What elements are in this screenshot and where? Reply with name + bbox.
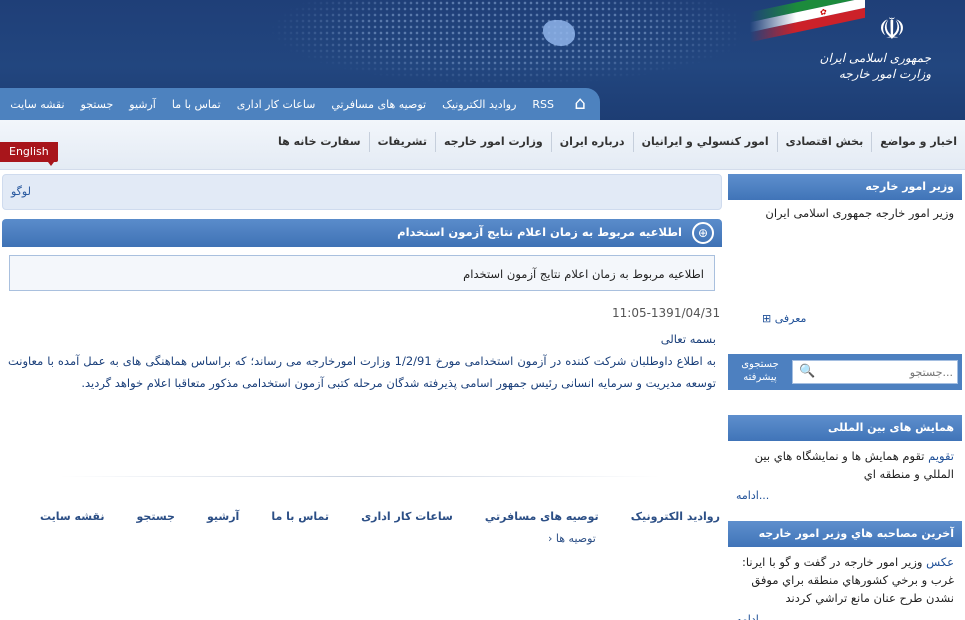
sidebar-minister-title: وزیر امور خارجه (728, 174, 962, 200)
article-title: اطلاعیه مربوط به زمان اعلام نتایج آزمون … (397, 225, 682, 239)
article-summary-box: اطلاعیه مربوط به زمان اعلام نتایج آزمون … (9, 255, 715, 291)
topnav-item-evisa[interactable]: روادید الکترونیک (434, 98, 524, 111)
mainnav-item-economic[interactable]: بخش اقتصادی (776, 132, 872, 152)
mainnav-item-about-iran[interactable]: درباره ایران (550, 132, 633, 152)
sidebar-conferences-title: همایش های بین المللی (728, 415, 962, 441)
article-text: به اطلاع داوطلبان شرکت کننده در آزمون اس… (8, 354, 717, 390)
mainnav-item-embassies[interactable]: سفارت خانه ها (270, 132, 369, 152)
sidebar-interviews-link[interactable]: عكس (926, 555, 954, 569)
search-box: جستجوی پیشرفته 🔍 (728, 354, 962, 390)
search-field: 🔍 (792, 360, 958, 384)
sidebar-interviews-text: وزير امور خارجه در گفت و گو با ايرنا: غر… (742, 555, 954, 605)
home-icon[interactable]: ⌂ (568, 92, 592, 116)
top-nav: ⌂ RSS روادید الکترونیک توصیه های مسافرتي… (0, 88, 600, 120)
topnav-item-archive[interactable]: آرشیو (121, 98, 164, 111)
emblem-icon[interactable]: ☫ (872, 10, 912, 50)
sidebar-interviews: آخرین مصاحبه هاي وزير امور خارجه عكس وزي… (728, 521, 962, 620)
sidebar-interviews-more[interactable]: ادامه... (728, 611, 962, 620)
mainnav-item-consular[interactable]: امور کنسولي و ايرانيان (632, 132, 777, 152)
plus-icon: ⊞ (762, 312, 772, 325)
article-greeting: بسمه تعالی (660, 332, 716, 346)
footer-item-sitemap[interactable]: نقشه سایت (40, 510, 104, 523)
topnav-item-sitemap[interactable]: نقشه سایت (2, 98, 72, 111)
english-language-button[interactable]: English (0, 142, 58, 166)
topnav-item-search[interactable]: جستجو (73, 98, 122, 111)
logo-line-1: جمهوری اسلامی ایران (819, 51, 931, 65)
world-map-graphic (270, 0, 740, 90)
sidebar-interviews-content: عكس وزير امور خارجه در گفت و گو با ايرنا… (728, 547, 962, 611)
sidebar-minister-more-label: معرفی (774, 312, 807, 325)
topnav-item-contact[interactable]: تماس با ما (164, 98, 229, 111)
search-input[interactable] (818, 361, 953, 383)
sidebar-minister-text: وزیر امور خارجه جمهوری اسلامی ایران (765, 206, 954, 220)
article-body: بسمه تعالی به اطلاع داوطلبان شرکت کننده … (8, 328, 716, 394)
article-date: 11:05-1391/04/31 (612, 306, 721, 320)
footer-item-contact[interactable]: تماس با ما (271, 510, 329, 523)
sidebar-conferences: همایش های بین المللی تقویم تقوم همايش ها… (728, 415, 962, 504)
mainnav-item-ministry[interactable]: وزارت امور خارجه (434, 132, 551, 152)
footer-item-travel-advice[interactable]: توصیه های مسافرتي (485, 510, 599, 523)
sidebar-conferences-more[interactable]: ادامه... (728, 487, 962, 504)
topnav-item-office-hours[interactable]: ساعات کار اداری (229, 98, 324, 111)
topnav-item-travel-advice[interactable]: توصیه های مسافرتي (323, 98, 434, 111)
search-icon[interactable]: 🔍 (799, 364, 815, 379)
footer-item-evisa[interactable]: روادید الکترونیک (631, 510, 720, 523)
article-title-bar: اطلاعیه مربوط به زمان اعلام نتایج آزمون … (2, 219, 722, 247)
sidebar-interviews-title: آخرین مصاحبه هاي وزير امور خارجه (728, 521, 962, 547)
site-header: ✿ ☫ جمهوری اسلامی ایران وزارت امور خارجه… (0, 0, 965, 120)
mainnav-item-news[interactable]: اخبار و مواضع (871, 132, 965, 152)
sidebar-minister: وزیر امور خارجه وزیر امور خارجه جمهوری ا… (728, 174, 962, 327)
footer-item-office-hours[interactable]: ساعات کار اداری (361, 510, 453, 523)
sidebar-conferences-content: تقویم تقوم همايش ها و نمايشگاه هاي بين ا… (728, 441, 962, 487)
sidebar-minister-more[interactable]: ⊞ معرفی (728, 310, 962, 327)
topnav-item-rss[interactable]: RSS (524, 98, 562, 111)
advanced-search-link[interactable]: جستجوی پیشرفته (732, 358, 788, 384)
divider (60, 476, 660, 477)
article-summary: اطلاعیه مربوط به زمان اعلام نتایج آزمون … (463, 267, 704, 281)
main-nav: اخبار و مواضع بخش اقتصادی امور کنسولي و … (0, 120, 965, 170)
footer-item-search[interactable]: جستجو (137, 510, 175, 523)
mainnav-item-protocol[interactable]: تشریفات (368, 132, 435, 152)
logo-placeholder[interactable]: لوگو (11, 185, 31, 198)
breadcrumb-travel-advice[interactable]: › توصیه ها (548, 532, 596, 545)
sidebar-conferences-link[interactable]: تقویم (928, 449, 954, 463)
globe-icon: ⊕ (692, 222, 714, 244)
footer-item-archive[interactable]: آرشیو (207, 510, 239, 523)
sidebar-conferences-text: تقوم همايش ها و نمايشگاه هاي بين المللي … (754, 449, 954, 481)
site-logo-text[interactable]: جمهوری اسلامی ایران وزارت امور خارجه (820, 50, 931, 82)
logo-placeholder-box: لوگو (2, 174, 722, 210)
footer-nav: روادید الکترونیک توصیه های مسافرتي ساعات… (40, 510, 720, 523)
logo-line-2: وزارت امور خارجه (838, 67, 931, 81)
